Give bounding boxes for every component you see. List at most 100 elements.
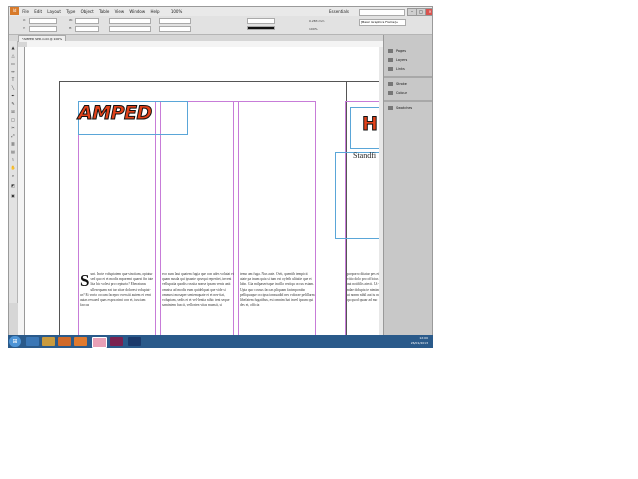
panel-separator bbox=[384, 100, 432, 102]
text-column-3[interactable]: temo am fuga. Nus aute. Ovit, quentib te… bbox=[240, 272, 315, 339]
colour-panel-button[interactable]: Colour bbox=[386, 89, 432, 97]
stroke-icon bbox=[388, 82, 393, 86]
menu-table[interactable]: Table bbox=[99, 7, 109, 16]
pencil-tool-icon[interactable]: ✎ bbox=[10, 101, 16, 106]
menu-object[interactable]: Object bbox=[81, 7, 94, 16]
rectangle-frame-tool-icon[interactable]: ☒ bbox=[10, 109, 16, 114]
menu-window[interactable]: Window bbox=[129, 7, 145, 16]
column-1-text: unt. Incte voluptatem qua-sinctiam, opta… bbox=[80, 272, 154, 308]
x-field[interactable] bbox=[29, 18, 57, 24]
menu-help[interactable]: Help bbox=[150, 7, 159, 16]
swatches-label: Swatches bbox=[396, 106, 413, 110]
swatches-panel-button[interactable]: Swatches bbox=[386, 104, 432, 112]
note-tool-icon[interactable]: ▤ bbox=[10, 149, 16, 154]
menu-view[interactable]: View bbox=[115, 7, 125, 16]
w-label: W: bbox=[69, 18, 73, 22]
shear-field[interactable] bbox=[159, 26, 191, 32]
menu-bar: Id File Edit Layout Type Object Table Vi… bbox=[9, 7, 432, 16]
start-button[interactable]: ⊞ bbox=[9, 336, 21, 347]
column-4-text: porporro ditatur pes et abore, ra vitio … bbox=[347, 272, 383, 303]
taskbar-firefox-icon[interactable] bbox=[74, 337, 87, 346]
links-panel-button[interactable]: Links bbox=[386, 65, 432, 73]
taskbar-explorer-icon[interactable] bbox=[42, 337, 55, 346]
pages-panel-button[interactable]: Pages bbox=[386, 47, 432, 55]
pen-tool-icon[interactable]: ✒ bbox=[10, 93, 16, 98]
line-tool-icon[interactable]: ╲ bbox=[10, 85, 16, 90]
links-icon bbox=[388, 67, 393, 71]
system-tray: 12:00 26/01/2013 bbox=[368, 336, 428, 347]
text-column-1[interactable]: S unt. Incte voluptatem qua-sinctiam, op… bbox=[80, 272, 155, 339]
column-guide-6 bbox=[315, 101, 316, 339]
panel-separator bbox=[384, 76, 432, 78]
stroke-label: Stroke bbox=[396, 82, 407, 86]
fill-swatch[interactable] bbox=[247, 18, 275, 24]
taskbar-indesign-icon[interactable] bbox=[92, 337, 107, 348]
object-style-select[interactable]: [Basic Graphics Frame]+ bbox=[359, 19, 406, 26]
selection-tool-icon[interactable]: ▲ bbox=[10, 45, 16, 50]
drop-cap: S bbox=[80, 272, 90, 290]
column-guide-2 bbox=[155, 101, 156, 339]
pages-label: Pages bbox=[396, 49, 406, 53]
right-page-top-margin-guide bbox=[346, 101, 383, 102]
type-tool-icon[interactable]: T bbox=[10, 77, 16, 82]
vertical-ruler[interactable] bbox=[18, 47, 25, 337]
menu-edit[interactable]: Edit bbox=[34, 7, 42, 16]
hand-tool-icon[interactable]: ✋ bbox=[10, 165, 16, 170]
view-mode-icon[interactable]: ▣ bbox=[10, 193, 16, 198]
menu-type[interactable]: Type bbox=[66, 7, 75, 16]
colour-icon bbox=[388, 91, 393, 95]
opacity-value: 100% bbox=[309, 27, 318, 31]
text-column-4[interactable]: porporro ditatur pes et abore, ra vitio … bbox=[347, 272, 383, 339]
column-guide-5 bbox=[238, 101, 239, 339]
direct-selection-tool-icon[interactable]: △ bbox=[10, 53, 16, 58]
stroke-weight-value: 0.283 mm bbox=[309, 19, 325, 23]
stroke-panel-button[interactable]: Stroke bbox=[386, 80, 432, 88]
gap-tool-icon[interactable]: ↔ bbox=[10, 69, 16, 74]
colour-label: Colour bbox=[396, 91, 408, 95]
taskbar-ie-icon[interactable] bbox=[26, 337, 39, 346]
indesign-window: Id File Edit Layout Type Object Table Vi… bbox=[8, 6, 433, 348]
clock-date[interactable]: 26/01/2013 bbox=[368, 341, 428, 346]
scale-x-field[interactable] bbox=[109, 18, 151, 24]
column-2-text: eco sum laut quatem fugia que con ades v… bbox=[162, 272, 234, 308]
taskbar-media-icon[interactable] bbox=[58, 337, 71, 346]
scissors-tool-icon[interactable]: ✂ bbox=[10, 125, 16, 130]
image-frame[interactable] bbox=[335, 152, 383, 239]
workspace-switcher[interactable]: Essentials bbox=[329, 7, 349, 16]
text-column-2[interactable]: eco sum laut quatem fugia que con ades v… bbox=[162, 272, 237, 339]
eyedropper-tool-icon[interactable]: ⌇ bbox=[10, 157, 16, 162]
rotation-field[interactable] bbox=[159, 18, 191, 24]
y-label: Y: bbox=[23, 26, 26, 30]
page-tool-icon[interactable]: ▭ bbox=[10, 61, 16, 66]
taskbar-photoshop-icon[interactable] bbox=[128, 337, 141, 346]
gradient-tool-icon[interactable]: ▥ bbox=[10, 141, 16, 146]
column-3-text: temo am fuga. Nus aute. Ovit, quentib te… bbox=[240, 272, 315, 308]
y-field[interactable] bbox=[29, 26, 57, 32]
free-transform-tool-icon[interactable]: ⤢ bbox=[10, 133, 16, 138]
menu-layout[interactable]: Layout bbox=[47, 7, 61, 16]
app-logo-icon: Id bbox=[10, 7, 19, 15]
headline-amped: AMPED bbox=[78, 102, 153, 125]
zoom-tool-icon[interactable]: ⌕ bbox=[10, 173, 16, 178]
zoom-level[interactable]: 100% bbox=[171, 7, 182, 16]
standfirst-text: Standfi bbox=[353, 151, 377, 160]
layers-label: Layers bbox=[396, 58, 408, 62]
pasteboard-canvas[interactable]: AMPED H Standfi S unt. Incte voluptatem … bbox=[25, 47, 383, 339]
control-panel: X: Y: W: H: 0.283 mm 100% [Basic Graphic… bbox=[9, 16, 432, 35]
fill-stroke-icon[interactable]: ◩ bbox=[10, 183, 16, 188]
stroke-weight-line[interactable] bbox=[247, 26, 275, 30]
headline-right: H bbox=[362, 113, 379, 136]
taskbar-illustrator-icon[interactable] bbox=[110, 337, 123, 346]
close-button[interactable]: × bbox=[425, 8, 432, 16]
help-search-input[interactable] bbox=[359, 9, 405, 16]
h-label: H: bbox=[69, 26, 73, 30]
w-field[interactable] bbox=[75, 18, 99, 24]
pages-icon bbox=[388, 49, 393, 53]
h-field[interactable] bbox=[75, 26, 99, 32]
tools-panel: ▲ △ ▭ ↔ T ╲ ✒ ✎ ☒ □ ✂ ⤢ ▥ ▤ ⌇ ✋ ⌕ ◩ ▣ bbox=[9, 41, 18, 303]
rectangle-tool-icon[interactable]: □ bbox=[10, 117, 16, 122]
layers-panel-button[interactable]: Layers bbox=[386, 56, 432, 64]
scale-y-field[interactable] bbox=[109, 26, 151, 32]
menu-file[interactable]: File bbox=[22, 7, 29, 16]
headline-right-text: H bbox=[362, 113, 379, 136]
